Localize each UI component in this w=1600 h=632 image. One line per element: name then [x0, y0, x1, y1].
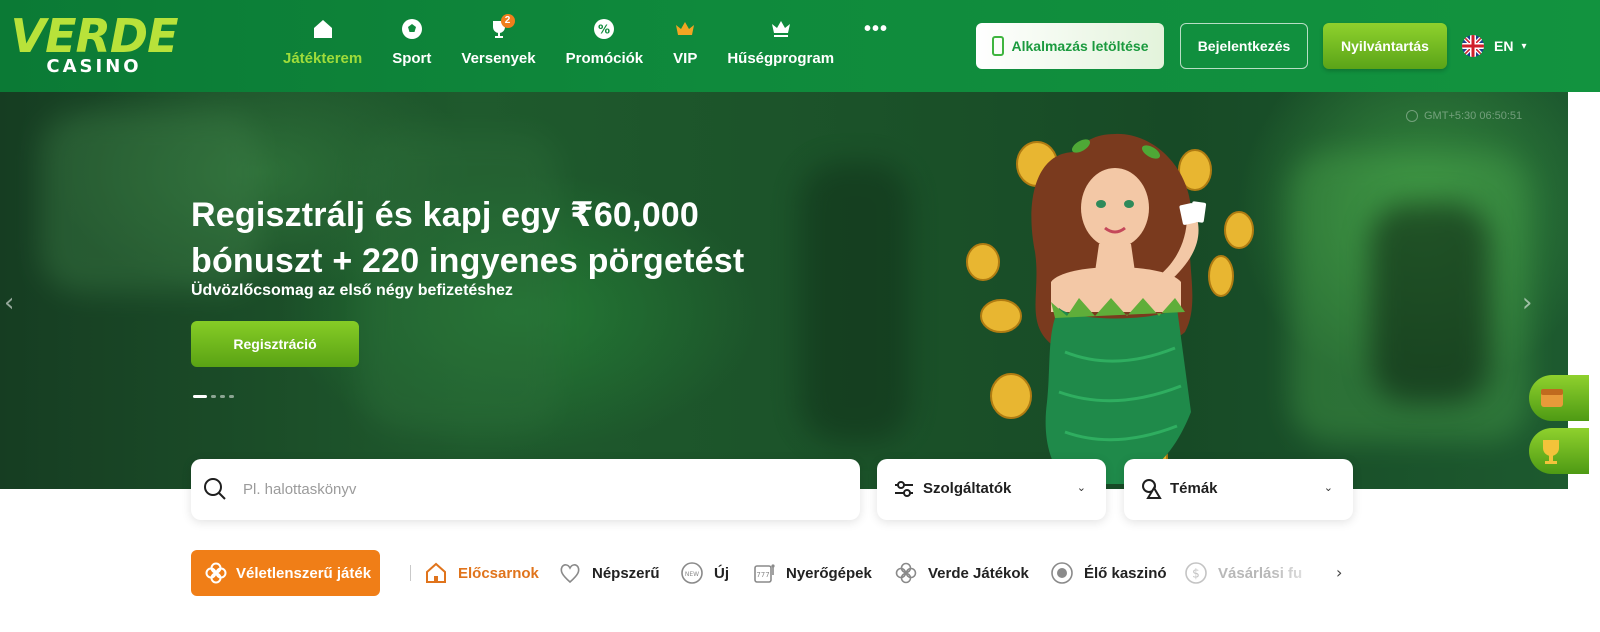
nav-item-promotions[interactable]: % Promóciók: [551, 16, 659, 76]
background-blur-shape: [800, 162, 910, 442]
hero-banner: GMT+5:30 06:50:51 Regisztrálj és kapj eg…: [0, 92, 1568, 489]
download-app-button[interactable]: Alkalmazás letöltése: [976, 23, 1164, 69]
register-button[interactable]: Nyilvántartás: [1323, 23, 1447, 69]
main-nav: Játékterem Sport 2 Versenyek % Promóciók: [268, 14, 903, 76]
nav-label: VIP: [673, 50, 698, 67]
nav-item-loyalty[interactable]: Hűségprogram: [712, 16, 849, 76]
clover-dice-icon: [205, 562, 227, 584]
carousel-next-arrow-icon[interactable]: ›: [1522, 288, 1532, 318]
download-app-label: Alkalmazás letöltése: [1011, 38, 1149, 54]
clock-icon: [1406, 110, 1418, 122]
category-scroll-fade: [1270, 555, 1330, 591]
carousel-dot[interactable]: [229, 395, 234, 398]
live-dot-icon: [1051, 562, 1073, 584]
chevron-down-icon: ⌄: [1323, 482, 1333, 494]
category-label: Népszerű: [592, 564, 660, 582]
game-search-box: [191, 459, 860, 520]
hero-subtitle: Üdvözlőcsomag az első négy befizetéshez: [191, 282, 513, 299]
new-badge-icon: NEW: [681, 562, 703, 584]
category-label: Verde Játékok: [928, 564, 1029, 582]
background-blur-shape: [1370, 202, 1490, 402]
sliders-icon: [895, 481, 913, 497]
category-label: Élő kaszinó: [1084, 564, 1167, 582]
themes-label: Témák: [1170, 480, 1218, 497]
verde-casino-logo[interactable]: VERDE CASINO: [4, 12, 184, 80]
carousel-dot[interactable]: [220, 395, 225, 398]
category-label: Új: [714, 564, 729, 582]
nav-label: Sport: [392, 50, 432, 67]
home-icon: [311, 16, 335, 42]
chevron-down-icon: ▾: [1521, 40, 1527, 52]
nav-item-tournaments[interactable]: 2 Versenyek: [446, 14, 550, 76]
shapes-icon: [1142, 479, 1162, 499]
side-float-trophy-button[interactable]: [1529, 428, 1589, 474]
carousel-dot[interactable]: [211, 395, 216, 398]
category-slots[interactable]: 777 Nyerőgépek: [752, 560, 872, 586]
category-label: Előcsarnok: [458, 564, 539, 582]
nav-item-vip[interactable]: VIP: [658, 16, 712, 76]
search-input[interactable]: [243, 459, 843, 520]
category-lobby[interactable]: Előcsarnok: [424, 560, 539, 586]
providers-label: Szolgáltatók: [923, 480, 1012, 497]
nav-label: Hűségprogram: [727, 50, 835, 67]
search-icon: [204, 478, 226, 500]
logo-verde-text: VERDE: [10, 9, 178, 63]
nav-more-button[interactable]: •••: [849, 16, 903, 76]
category-next-chevron-icon[interactable]: ›: [1336, 563, 1342, 582]
carousel-dots: [193, 395, 238, 398]
logo-casino-text: CASINO: [46, 56, 142, 77]
home-outline-icon: [426, 562, 446, 583]
nav-label: Versenyek: [461, 50, 536, 67]
tournament-count-badge: 2: [500, 14, 515, 28]
category-label: Nyerőgépek: [786, 564, 872, 582]
timer-text: GMT+5:30 06:50:51: [1424, 110, 1523, 122]
carousel-dot[interactable]: [193, 395, 207, 398]
dollar-coin-icon: $: [1185, 562, 1207, 584]
language-selector[interactable]: EN ▾: [1462, 33, 1526, 59]
loyalty-crown-icon: [769, 16, 793, 42]
category-popular[interactable]: Népszerű: [558, 560, 660, 586]
side-float-chest-button[interactable]: [1529, 375, 1589, 421]
category-divider: [410, 565, 411, 581]
hero-title: Regisztrálj és kapj egy ₹60,000 bónuszt …: [191, 196, 745, 280]
svg-text:%: %: [598, 23, 610, 37]
chevron-down-icon: ⌄: [1076, 482, 1086, 494]
phone-icon: [991, 36, 1004, 56]
svg-text:777: 777: [756, 571, 769, 579]
category-live-casino[interactable]: Élő kaszinó: [1050, 560, 1167, 586]
soccer-ball-icon: [400, 16, 424, 42]
nav-item-sport[interactable]: Sport: [377, 16, 446, 76]
crown-icon: [673, 16, 697, 42]
svg-text:NEW: NEW: [685, 571, 699, 578]
uk-flag-icon: [1462, 35, 1484, 57]
clover-icon: [895, 562, 917, 584]
svg-text:$: $: [1192, 567, 1200, 581]
percent-badge-icon: %: [592, 16, 616, 42]
nav-label: Játékterem: [283, 50, 363, 67]
themes-dropdown[interactable]: Témák ⌄: [1124, 459, 1353, 520]
hero-register-button[interactable]: Regisztráció: [191, 321, 359, 367]
category-new[interactable]: NEW Új: [680, 560, 729, 586]
hero-timer: GMT+5:30 06:50:51: [1406, 110, 1522, 122]
nav-item-gaming-hall[interactable]: Játékterem: [268, 16, 377, 76]
carousel-prev-arrow-icon[interactable]: ‹: [4, 288, 14, 318]
login-button[interactable]: Bejelentkezés: [1180, 23, 1308, 69]
category-verde-games[interactable]: Verde Játékok: [894, 560, 1029, 586]
more-dots-icon: •••: [864, 18, 889, 40]
language-code: EN: [1494, 38, 1514, 54]
top-header: VERDE CASINO Játékterem Sport 2 Versenye…: [0, 0, 1600, 92]
slot-machine-icon: 777: [754, 564, 775, 583]
random-game-label: Véletlenszerű játék: [236, 565, 372, 582]
random-game-button[interactable]: Véletlenszerű játék: [191, 550, 380, 596]
heart-icon: [560, 564, 580, 584]
providers-dropdown[interactable]: Szolgáltatók ⌄: [877, 459, 1106, 520]
nav-label: Promóciók: [565, 50, 644, 67]
casino-hostess-illustration: [966, 133, 1254, 484]
